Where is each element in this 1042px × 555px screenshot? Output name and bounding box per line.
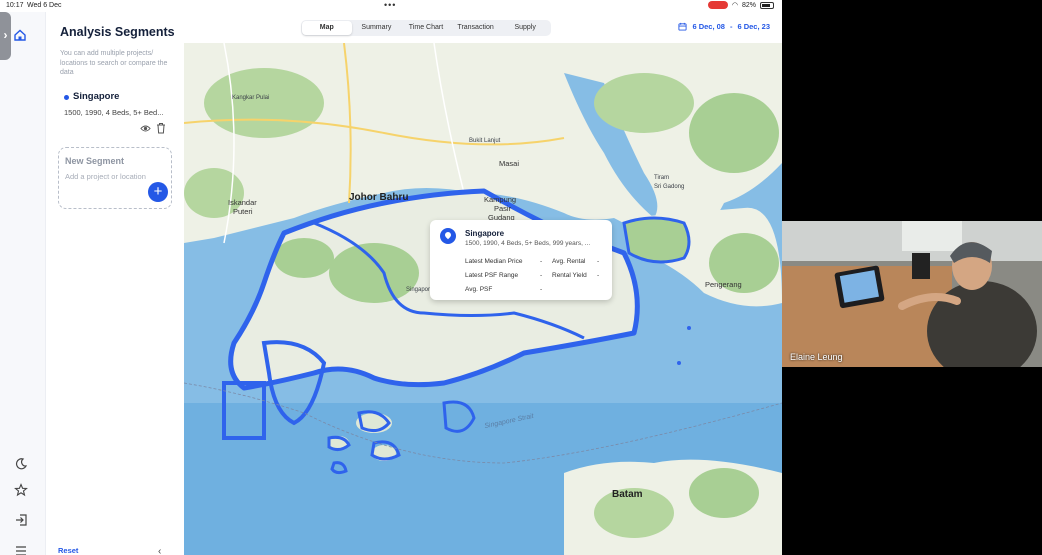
park-area	[594, 73, 694, 133]
label-pengerang: Pengerang	[705, 280, 742, 289]
new-segment-title: New Segment	[65, 156, 125, 166]
panel-description: You can add multiple projects/ locations…	[60, 50, 168, 76]
rental-yield-value: -	[597, 272, 600, 279]
view-tabs: Map Summary Time Chart Transaction Suppl…	[301, 20, 551, 36]
status-date: Wed 6 Dec	[27, 2, 62, 9]
logout-icon[interactable]	[14, 513, 28, 527]
median-price-value: -	[540, 258, 543, 265]
label-masai: Masai	[499, 159, 520, 168]
rental-yield-label: Rental Yield	[552, 272, 587, 279]
nature-reserve	[329, 243, 419, 303]
label-kampung: Kampung	[484, 195, 517, 204]
tab-time-chart[interactable]: Time Chart	[401, 21, 451, 35]
label-puteri: Puteri	[233, 207, 253, 216]
battery-percent: 82%	[741, 1, 756, 9]
participant-name: Elaine Leung	[790, 352, 843, 362]
popup-subtitle: 1500, 1990, 4 Beds, 5+ Beds, 999 years, …	[465, 240, 591, 247]
park-area	[689, 93, 779, 173]
tab-supply[interactable]: Supply	[500, 21, 550, 35]
status-icons: ◠ 82%	[707, 1, 774, 9]
date-range-selector[interactable]: 6 Dec, 08 - 6 Dec, 23	[678, 22, 770, 31]
wifi-icon: ◠	[731, 2, 738, 9]
avg-psf-value: -	[540, 286, 543, 293]
status-bar: 10:17 Wed 6 Dec ••• ◠ 82%	[0, 0, 782, 12]
avg-rental-value: -	[597, 258, 600, 265]
park-area	[274, 238, 334, 278]
multitask-dots-icon[interactable]: •••	[384, 0, 396, 10]
new-segment-placeholder: Add a project or location	[65, 172, 146, 181]
menu-icon[interactable]	[14, 544, 28, 555]
label-johor-bahru: Johor Bahru	[349, 192, 409, 203]
map-view[interactable]: Johor Bahru Kampung Pasir Gudang Iskanda…	[184, 43, 782, 555]
ipad-screen: 10:17 Wed 6 Dec ••• ◠ 82% › Analysis Seg…	[0, 0, 782, 555]
segment-detail: 1500, 1990, 4 Beds, 5+ Bed...	[64, 108, 164, 117]
new-segment-card[interactable]: New Segment Add a project or location +	[58, 147, 172, 209]
segment-card-singapore[interactable]: Singapore 1500, 1990, 4 Beds, 5+ Bed...	[58, 86, 176, 140]
battery-icon	[760, 1, 774, 9]
date-start: 6 Dec, 08	[692, 22, 725, 31]
screen-record-icon	[707, 1, 728, 9]
panel-handle-icon[interactable]: ›	[0, 12, 11, 60]
psf-range-value: -	[540, 272, 543, 279]
date-separator: -	[729, 22, 733, 31]
reset-button[interactable]: Reset	[58, 546, 78, 555]
park-area	[204, 68, 324, 138]
label-sri-gadong: Sri Gadong	[654, 184, 685, 190]
panel-title: Analysis Segments	[60, 25, 175, 39]
popup-title: Singapore	[465, 229, 505, 238]
star-icon[interactable]	[14, 483, 28, 497]
eye-icon[interactable]	[140, 123, 151, 134]
location-pin-icon	[440, 228, 456, 244]
trash-icon[interactable]	[156, 122, 166, 134]
label-kangkar-pulai: Kangkar Pulai	[232, 95, 270, 101]
segment-info-popup[interactable]: Singapore 1500, 1990, 4 Beds, 5+ Beds, 9…	[430, 220, 612, 300]
dark-mode-icon[interactable]	[14, 457, 28, 471]
calendar-icon	[678, 22, 687, 31]
view-tabs-bar: Map Summary Time Chart Transaction Suppl…	[184, 12, 782, 43]
video-call-tile: Elaine Leung	[782, 221, 1042, 367]
tab-transaction[interactable]: Transaction	[451, 21, 501, 35]
boundary-dot	[687, 326, 691, 330]
nav-rail: ›	[0, 12, 46, 555]
label-pasir: Pasir	[494, 204, 512, 213]
date-end: 6 Dec, 23	[737, 22, 770, 31]
park-area	[689, 468, 759, 518]
label-tiram: Tiram	[654, 175, 670, 181]
tab-summary[interactable]: Summary	[352, 21, 402, 35]
psf-range-label: Latest PSF Range	[465, 272, 519, 279]
avg-rental-label: Avg. Rental	[552, 258, 586, 265]
boundary-dot	[677, 361, 681, 365]
status-time: 10:17	[6, 2, 24, 9]
avg-psf-label: Avg. PSF	[465, 286, 493, 293]
label-batam: Batam	[612, 489, 643, 500]
analysis-segments-panel: Analysis Segments You can add multiple p…	[46, 12, 184, 555]
home-icon[interactable]	[13, 28, 27, 42]
median-price-label: Latest Median Price	[465, 258, 523, 265]
add-segment-button[interactable]: +	[148, 182, 168, 202]
label-iskandar: Iskandar	[228, 198, 257, 207]
segment-color-dot	[64, 95, 69, 100]
tab-map[interactable]: Map	[302, 21, 352, 35]
label-bukit-lanjut: Bukit Lanjut	[469, 138, 501, 144]
segment-name: Singapore	[73, 91, 120, 102]
collapse-panel-icon[interactable]: ‹	[158, 546, 161, 555]
participant-video	[782, 221, 1042, 367]
